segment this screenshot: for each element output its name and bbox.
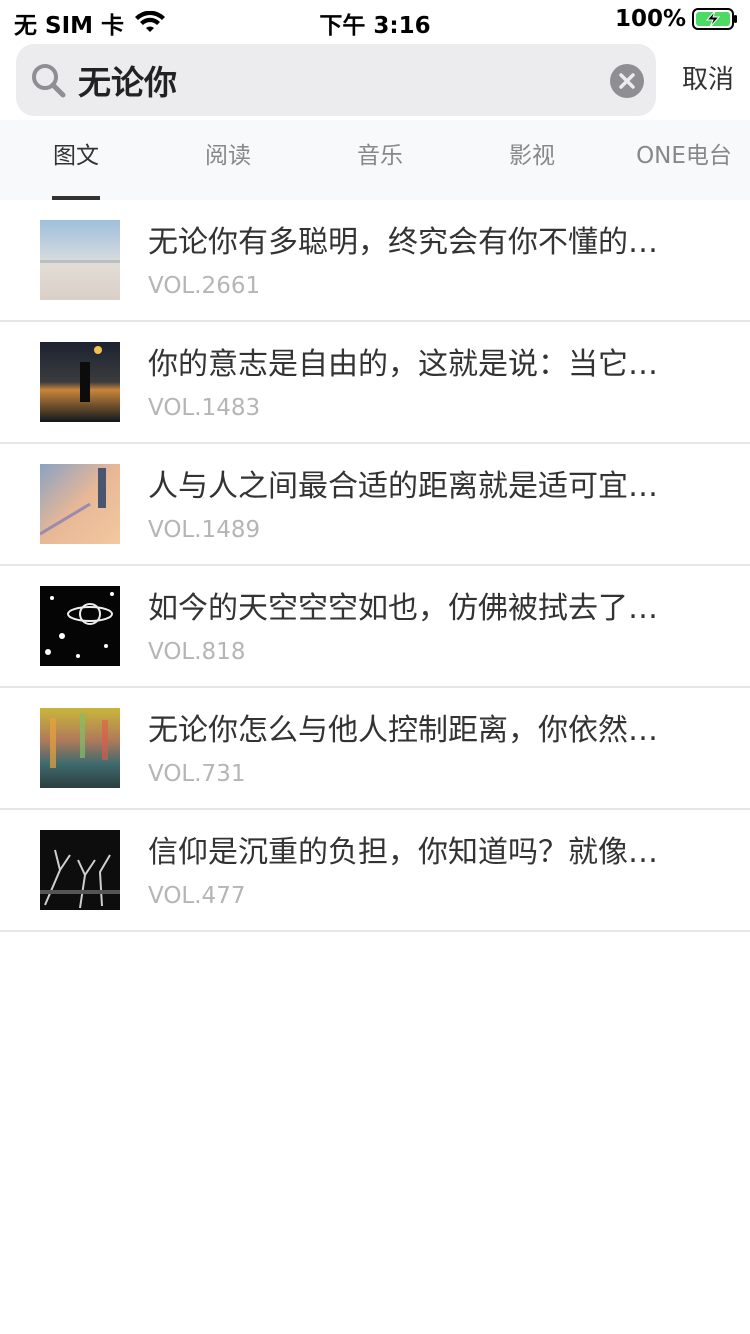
item-title: 如今的天空空空如也，仿佛被拭去了…: [148, 591, 658, 626]
item-title: 人与人之间最合适的距离就是适可宜…: [148, 469, 658, 504]
search-icon: [32, 64, 66, 98]
tab-yingshi[interactable]: 影视: [482, 120, 582, 200]
tab-one-radio[interactable]: ONE电台: [628, 120, 740, 200]
list-item[interactable]: 无论你有多聪明，终究会有你不懂的… VOL.2661: [0, 200, 750, 322]
tab-bar: 图文 阅读 音乐 影视 ONE电台: [0, 120, 750, 200]
battery-percent: 100%: [614, 6, 686, 32]
list-item[interactable]: 你的意志是自由的，这就是说：当它… VOL.1483: [0, 322, 750, 444]
status-bar: 无 SIM 卡 下午 3:16 100%: [0, 0, 750, 40]
thumbnail-image: [40, 830, 120, 910]
cancel-button[interactable]: 取消: [668, 60, 748, 100]
item-title: 你的意志是自由的，这就是说：当它…: [148, 347, 658, 382]
item-vol: VOL.1483: [148, 395, 261, 421]
search-row: 取消: [0, 44, 750, 118]
item-vol: VOL.731: [148, 761, 246, 787]
clear-icon[interactable]: [610, 64, 644, 98]
search-box[interactable]: [16, 44, 656, 116]
item-vol: VOL.2661: [148, 273, 261, 299]
tab-yuedu[interactable]: 阅读: [178, 120, 278, 200]
list-item[interactable]: 人与人之间最合适的距离就是适可宜… VOL.1489: [0, 444, 750, 566]
item-vol: VOL.1489: [148, 517, 261, 543]
item-vol: VOL.477: [148, 883, 246, 909]
status-right: 100%: [615, 6, 738, 32]
thumbnail-image: [40, 708, 120, 788]
item-title: 信仰是沉重的负担，你知道吗？就像…: [148, 835, 658, 870]
thumbnail-image: [40, 586, 120, 666]
search-input[interactable]: [78, 56, 598, 104]
tab-yinyue[interactable]: 音乐: [330, 120, 430, 200]
item-vol: VOL.818: [148, 639, 246, 665]
list-item[interactable]: 如今的天空空空如也，仿佛被拭去了… VOL.818: [0, 566, 750, 688]
list-item[interactable]: 信仰是沉重的负担，你知道吗？就像… VOL.477: [0, 810, 750, 932]
battery-charging-icon: [692, 8, 737, 30]
result-list: 无论你有多聪明，终究会有你不懂的… VOL.2661 你的意志是自由的，这就是说…: [0, 200, 750, 932]
list-item[interactable]: 无论你怎么与他人控制距离，你依然… VOL.731: [0, 688, 750, 810]
item-title: 无论你有多聪明，终究会有你不懂的…: [148, 225, 658, 260]
item-title: 无论你怎么与他人控制距离，你依然…: [148, 713, 658, 748]
thumbnail-image: [40, 220, 120, 300]
thumbnail-image: [40, 342, 120, 422]
thumbnail-image: [40, 464, 120, 544]
tab-tuwen[interactable]: 图文: [26, 120, 126, 200]
